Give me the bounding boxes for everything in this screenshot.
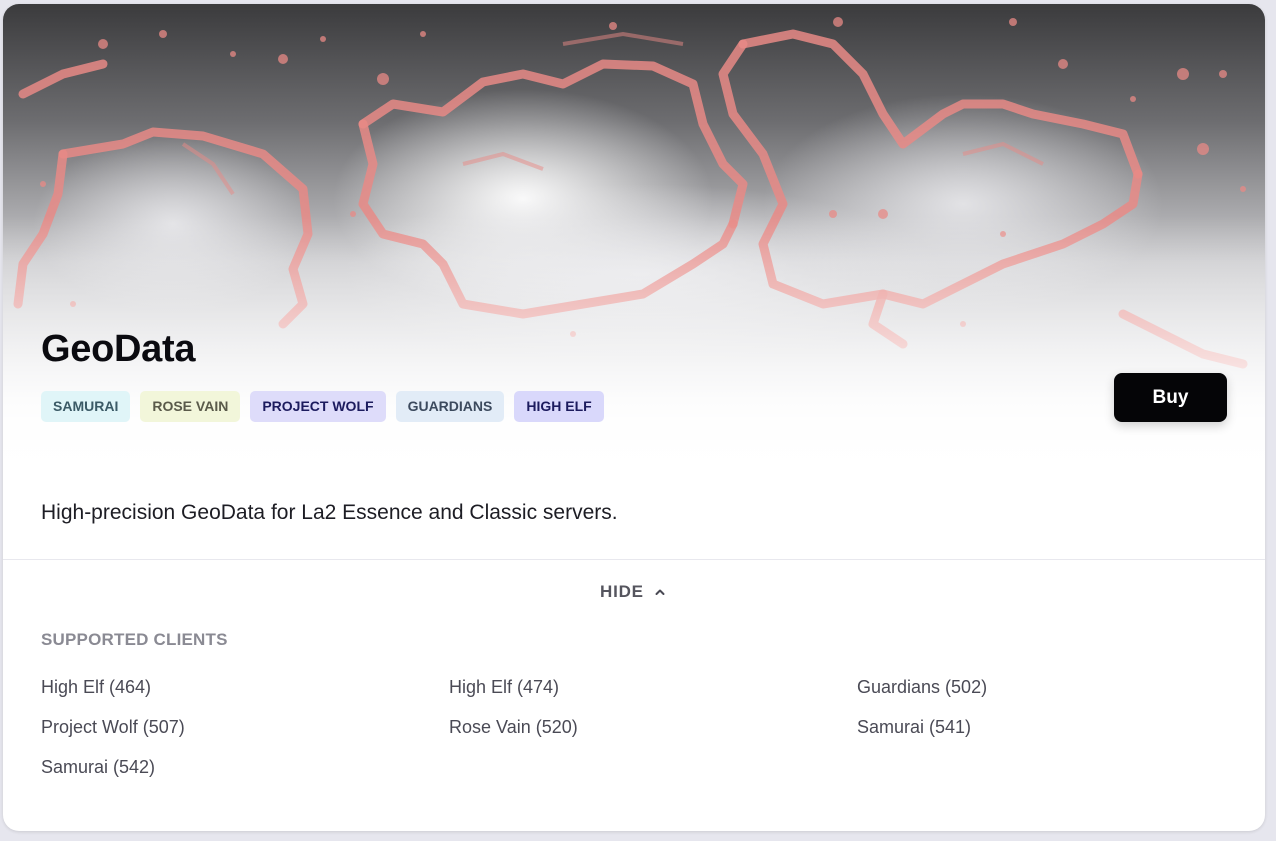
client-tags: SAMURAI ROSE VAIN PROJECT WOLF GUARDIANS HIG… [41,391,604,422]
chevron-up-icon [655,589,665,595]
client-tag: PROJECT WOLF [250,391,386,422]
client-list-item: Samurai (541) [857,717,972,737]
buy-button[interactable]: Buy [1114,373,1227,422]
client-list-item: Guardians (502) [857,677,988,697]
client-tag: SAMURAI [41,391,131,422]
hide-toggle-button[interactable]: HIDE [600,582,666,602]
client-tag: HIGH ELF [514,391,604,422]
client-list-item: Project Wolf (507) [41,717,185,737]
product-description: High-precision GeoData for La2 Essence a… [41,501,618,524]
client-list-item: Rose Vain (520) [449,717,578,737]
product-title: GeoData [41,328,196,370]
client-tag: GUARDIANS [395,391,505,422]
hide-toggle-label: HIDE [600,582,644,601]
supported-clients-list: High Elf (464) High Elf (474) Guardians (5… [41,676,1265,778]
client-tag: ROSE VAIN [140,391,241,422]
client-list-item: Samurai (542) [41,757,156,777]
client-list-item: High Elf (464) [41,677,152,697]
client-list-item: High Elf (474) [449,677,560,697]
divider [3,559,1265,560]
supported-clients-heading: SUPPORTED CLIENTS [41,630,228,649]
product-card: GeoData SAMURAI ROSE VAIN PROJECT WOLF GUAR… [3,4,1265,831]
